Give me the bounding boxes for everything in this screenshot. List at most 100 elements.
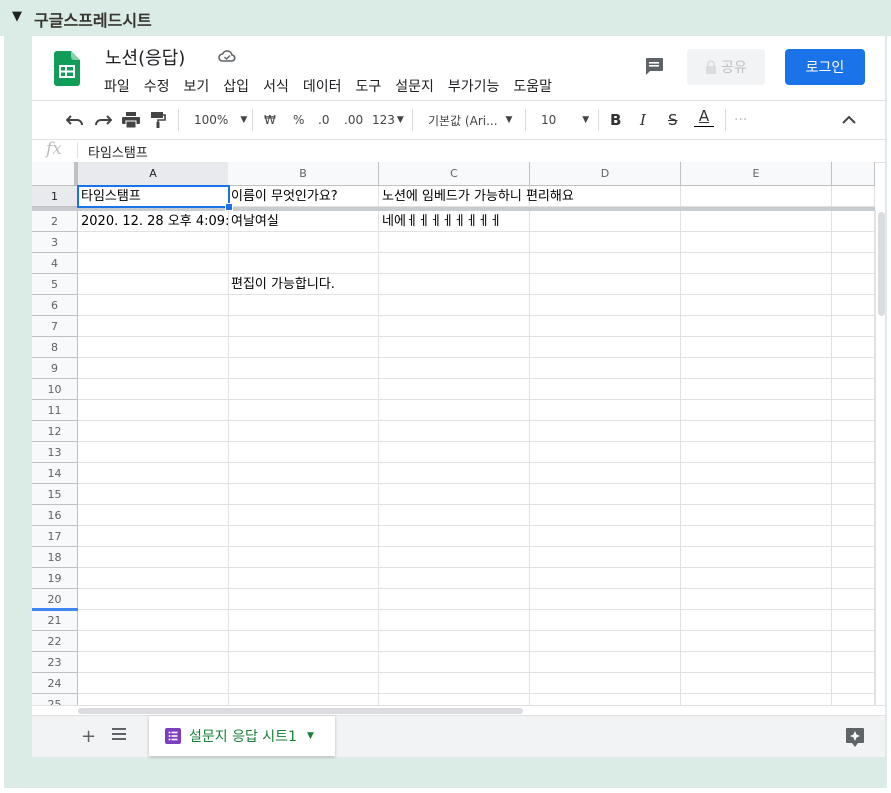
- cell-e18[interactable]: [681, 547, 832, 568]
- cell-e7[interactable]: [681, 316, 832, 337]
- cell-c20[interactable]: [379, 589, 530, 610]
- toggle-header[interactable]: ▼ 구글스프레드시트: [0, 0, 891, 36]
- text-color-button[interactable]: A: [694, 107, 714, 127]
- cell-d10[interactable]: [530, 379, 681, 400]
- print-button[interactable]: [122, 110, 140, 130]
- cell-b24[interactable]: [228, 673, 379, 694]
- cell-b6[interactable]: [228, 295, 379, 316]
- cell-e14[interactable]: [681, 463, 832, 484]
- cell-b9[interactable]: [228, 358, 379, 379]
- row-header-13[interactable]: 13: [32, 442, 78, 463]
- cell-c22[interactable]: [379, 631, 530, 652]
- cell-e13[interactable]: [681, 442, 832, 463]
- cell-d20[interactable]: [530, 589, 681, 610]
- cell-c19[interactable]: [379, 568, 530, 589]
- italic-button[interactable]: I: [640, 110, 646, 130]
- cell-d22[interactable]: [530, 631, 681, 652]
- font-size-select[interactable]: 10 ▼: [541, 110, 589, 130]
- row-header-8[interactable]: 8: [32, 337, 78, 358]
- redo-button[interactable]: [94, 110, 112, 130]
- cell-a6[interactable]: [78, 295, 229, 316]
- cell-a8[interactable]: [78, 337, 229, 358]
- select-all-corner[interactable]: [32, 162, 78, 186]
- cell-b22[interactable]: [228, 631, 379, 652]
- more-button[interactable]: ···: [734, 110, 747, 130]
- cell-e25[interactable]: [681, 694, 832, 705]
- cell-c10[interactable]: [379, 379, 530, 400]
- column-header-e[interactable]: E: [681, 162, 832, 186]
- row-header-4[interactable]: 4: [32, 253, 78, 274]
- sheet-tab-active[interactable]: 설문지 응답 시트1 ▼: [149, 716, 335, 756]
- cell-d7[interactable]: [530, 316, 681, 337]
- cell-b25[interactable]: [228, 694, 379, 705]
- currency-format-button[interactable]: ₩: [264, 110, 276, 130]
- cell-a20[interactable]: [78, 589, 229, 610]
- cell-a9[interactable]: [78, 358, 229, 379]
- cell-e21[interactable]: [681, 610, 832, 631]
- cell-c1[interactable]: 노션에 임베드가 가능하니 편리해요: [379, 186, 574, 207]
- cell-a22[interactable]: [78, 631, 229, 652]
- cell-b11[interactable]: [228, 400, 379, 421]
- cell-c24[interactable]: [379, 673, 530, 694]
- cell-a24[interactable]: [78, 673, 229, 694]
- menu-item-tools[interactable]: 도구: [355, 76, 381, 96]
- cell-c7[interactable]: [379, 316, 530, 337]
- cell-d2[interactable]: [530, 211, 681, 232]
- cell-d23[interactable]: [530, 652, 681, 673]
- row-header-15[interactable]: 15: [32, 484, 78, 505]
- menu-item-file[interactable]: 파일: [104, 76, 130, 96]
- all-sheets-menu-icon[interactable]: [112, 728, 126, 740]
- row-header-17[interactable]: 17: [32, 526, 78, 547]
- cell-a14[interactable]: [78, 463, 229, 484]
- cell-d14[interactable]: [530, 463, 681, 484]
- row-header-6[interactable]: 6: [32, 295, 78, 316]
- cell-d15[interactable]: [530, 484, 681, 505]
- cell-c16[interactable]: [379, 505, 530, 526]
- cell-c9[interactable]: [379, 358, 530, 379]
- cell-d5[interactable]: [530, 274, 681, 295]
- document-title[interactable]: 노션(응답): [105, 44, 185, 70]
- cell-d25[interactable]: [530, 694, 681, 705]
- cell-a4[interactable]: [78, 253, 229, 274]
- cell-c3[interactable]: [379, 232, 530, 253]
- formula-input[interactable]: 타임스탬프: [88, 142, 148, 161]
- comment-icon[interactable]: [642, 54, 666, 78]
- cell-e17[interactable]: [681, 526, 832, 547]
- cell-e10[interactable]: [681, 379, 832, 400]
- login-button[interactable]: 로그인: [785, 49, 865, 85]
- cell-d12[interactable]: [530, 421, 681, 442]
- paint-format-button[interactable]: [150, 110, 166, 130]
- row-header-19[interactable]: 19: [32, 568, 78, 589]
- cell-a12[interactable]: [78, 421, 229, 442]
- cell-e19[interactable]: [681, 568, 832, 589]
- cell-b1[interactable]: 이름이 무엇인가요?: [228, 186, 379, 207]
- cell-b10[interactable]: [228, 379, 379, 400]
- cell-a11[interactable]: [78, 400, 229, 421]
- cell-e12[interactable]: [681, 421, 832, 442]
- cell-e20[interactable]: [681, 589, 832, 610]
- cell-e11[interactable]: [681, 400, 832, 421]
- menu-item-insert[interactable]: 삽입: [223, 76, 249, 96]
- menu-item-edit[interactable]: 수정: [144, 76, 170, 96]
- cell-a3[interactable]: [78, 232, 229, 253]
- cell-a1[interactable]: 타임스탬프: [78, 186, 229, 207]
- cell-e9[interactable]: [681, 358, 832, 379]
- decrease-decimal-button[interactable]: .0: [318, 110, 329, 130]
- cell-a7[interactable]: [78, 316, 229, 337]
- toggle-arrow-icon[interactable]: ▼: [12, 9, 22, 24]
- cell-d6[interactable]: [530, 295, 681, 316]
- cell-b4[interactable]: [228, 253, 379, 274]
- row-header-3[interactable]: 3: [32, 232, 78, 253]
- cell-b17[interactable]: [228, 526, 379, 547]
- cell-e2[interactable]: [681, 211, 832, 232]
- cell-b18[interactable]: [228, 547, 379, 568]
- row-header-25[interactable]: 25: [32, 694, 78, 705]
- cell-e1[interactable]: [681, 186, 832, 207]
- cell-b7[interactable]: [228, 316, 379, 337]
- cell-d13[interactable]: [530, 442, 681, 463]
- row-header-20[interactable]: 20: [32, 589, 78, 610]
- cell-b8[interactable]: [228, 337, 379, 358]
- row-header-21[interactable]: 21: [32, 610, 78, 631]
- cell-a19[interactable]: [78, 568, 229, 589]
- row-header-2[interactable]: 2: [32, 211, 78, 232]
